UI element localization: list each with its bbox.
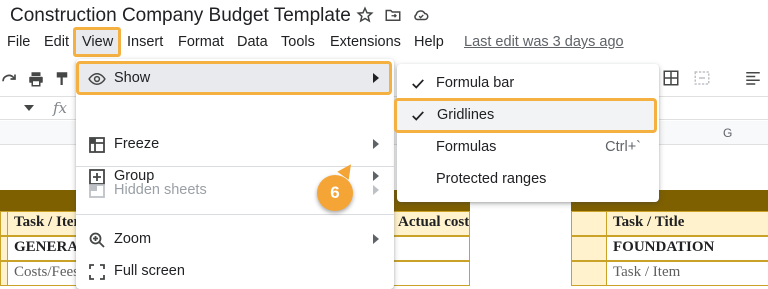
fullscreen-icon <box>89 264 105 280</box>
step-callout-badge: 6 <box>317 175 353 211</box>
menu-item-label: Zoom <box>114 231 152 247</box>
menu-format[interactable]: Format <box>178 34 224 50</box>
show-submenu: Formula bar Formulas Ctrl+` Protected ra… <box>397 64 659 202</box>
menu-item-zoom[interactable]: Zoom <box>76 223 394 255</box>
menu-view[interactable]: View <box>82 34 113 50</box>
merge-cells-icon[interactable] <box>692 69 712 87</box>
redo-icon[interactable] <box>0 70 18 88</box>
submenu-item-label: Gridlines <box>437 107 495 123</box>
submenu-item-label: Formula bar <box>436 75 515 91</box>
menu-item-label: Hidden sheets <box>114 182 207 198</box>
submenu-item-formulas[interactable]: Formulas Ctrl+` <box>397 132 659 164</box>
freeze-icon <box>89 137 105 153</box>
submenu-arrow-icon <box>373 234 379 244</box>
menu-tools[interactable]: Tools <box>281 34 315 50</box>
submenu-arrow-icon <box>373 185 379 195</box>
checkmark-icon <box>412 111 424 121</box>
menu-separator <box>76 214 394 215</box>
menu-item-label: Show <box>114 70 151 86</box>
checkmark-icon <box>412 79 424 89</box>
keyboard-shortcut: Ctrl+` <box>605 139 641 155</box>
menu-data[interactable]: Data <box>237 34 268 50</box>
borders-icon[interactable] <box>662 69 680 87</box>
menu-extensions[interactable]: Extensions <box>330 34 401 50</box>
submenu-item-label: Protected ranges <box>436 171 547 187</box>
document-title[interactable]: Construction Company Budget Template <box>10 5 351 27</box>
menu-item-show[interactable]: Show <box>76 61 392 95</box>
row-stub <box>571 211 607 236</box>
eye-icon <box>88 72 106 86</box>
submenu-arrow-icon <box>373 139 379 149</box>
star-icon[interactable] <box>356 6 374 24</box>
submenu-item-gridlines[interactable]: Gridlines <box>394 98 657 133</box>
menu-item-full-screen[interactable]: Full screen <box>76 255 394 287</box>
align-icon[interactable] <box>744 69 762 87</box>
cell-foundation[interactable]: FOUNDATION <box>606 236 768 261</box>
row-stub <box>571 261 607 286</box>
menu-item-label: Freeze <box>114 136 160 152</box>
submenu-arrow-icon <box>373 73 379 83</box>
row-stub <box>571 236 607 261</box>
menu-item-label: Full screen <box>114 263 185 279</box>
cell-empty[interactable] <box>393 261 470 286</box>
column-header-g[interactable]: G <box>723 126 732 140</box>
cell-task-title-header[interactable]: Task / Title <box>606 211 768 236</box>
hidden-sheets-icon <box>89 184 105 198</box>
title-icons <box>356 6 430 24</box>
print-icon[interactable] <box>27 70 45 88</box>
cell-task-item-header[interactable]: Task / Item <box>7 211 77 236</box>
fx-icon: fx <box>53 99 68 117</box>
submenu-item-formula-bar[interactable]: Formula bar <box>397 68 659 100</box>
cell-actual-cost-header[interactable]: Actual cost <box>393 211 470 236</box>
menu-edit[interactable]: Edit <box>44 34 69 50</box>
name-box-dropdown-icon[interactable] <box>24 105 34 111</box>
menu-bar: File Edit View Insert Format Data Tools … <box>0 31 768 55</box>
cell-general[interactable]: GENERAL <box>7 236 77 261</box>
paint-format-icon[interactable] <box>55 70 69 88</box>
menu-help[interactable]: Help <box>414 34 444 50</box>
submenu-item-label: Formulas <box>436 139 497 155</box>
cell-task-item[interactable]: Task / Item <box>606 261 768 286</box>
zoom-icon <box>89 232 105 248</box>
menu-file[interactable]: File <box>7 34 30 50</box>
last-edit-link[interactable]: Last edit was 3 days ago <box>464 34 624 50</box>
cell-empty[interactable] <box>393 236 470 261</box>
menu-item-freeze[interactable]: Freeze <box>76 128 394 160</box>
menu-insert[interactable]: Insert <box>127 34 163 50</box>
move-folder-icon[interactable] <box>384 6 402 24</box>
submenu-item-protected-ranges[interactable]: Protected ranges <box>397 164 659 196</box>
cloud-status-icon[interactable] <box>412 6 430 24</box>
cell-costs-fees[interactable]: Costs/Fees <box>7 261 77 286</box>
